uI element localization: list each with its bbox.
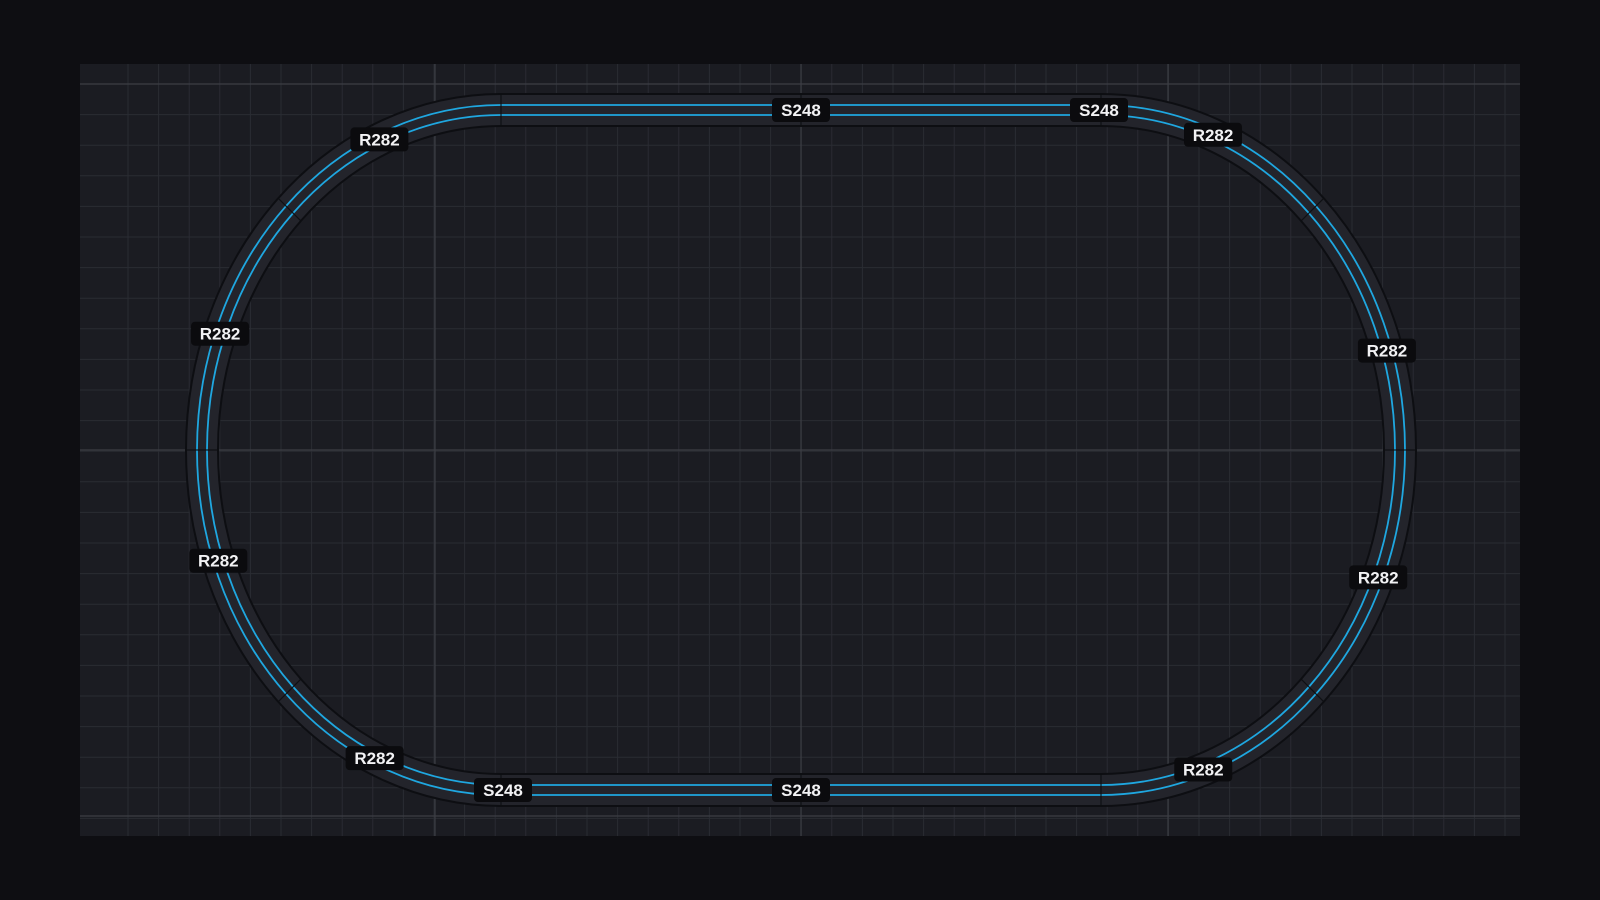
piece-label-text: S248 xyxy=(781,781,821,800)
piece-label-text: R282 xyxy=(200,325,241,344)
piece-label-text: R282 xyxy=(1183,760,1224,779)
piece-label-r-tr-1: R282 xyxy=(1184,122,1243,147)
piece-label-text: S248 xyxy=(483,781,523,800)
piece-label-r-br-1: R282 xyxy=(1349,565,1408,590)
piece-label-text: R282 xyxy=(1193,126,1234,145)
piece-label-text: S248 xyxy=(781,101,821,120)
piece-label-text: R282 xyxy=(1367,342,1408,361)
piece-label-r-tr-2: R282 xyxy=(1357,338,1416,363)
piece-label-r-bl-2: R282 xyxy=(189,548,248,573)
piece-label-s-bot-1: S248 xyxy=(772,778,830,802)
piece-label-text: R282 xyxy=(1358,568,1399,587)
track-layout-diagram: S248 S248 R282 R282 R282 R282 S248 S248 R282 R282… xyxy=(0,0,1600,900)
piece-label-s-top-2: S248 xyxy=(1070,98,1128,122)
piece-label-s-top-1: S248 xyxy=(772,98,830,122)
piece-label-r-tl-1: R282 xyxy=(191,321,250,346)
piece-label-text: R282 xyxy=(354,749,395,768)
piece-label-text: S248 xyxy=(1079,101,1119,120)
piece-label-r-tl-2: R282 xyxy=(350,127,409,152)
piece-label-s-bot-2: S248 xyxy=(474,778,532,802)
piece-label-r-bl-1: R282 xyxy=(345,746,404,771)
piece-label-text: R282 xyxy=(359,130,400,149)
piece-label-r-br-2: R282 xyxy=(1174,757,1233,782)
piece-label-text: R282 xyxy=(198,552,239,571)
